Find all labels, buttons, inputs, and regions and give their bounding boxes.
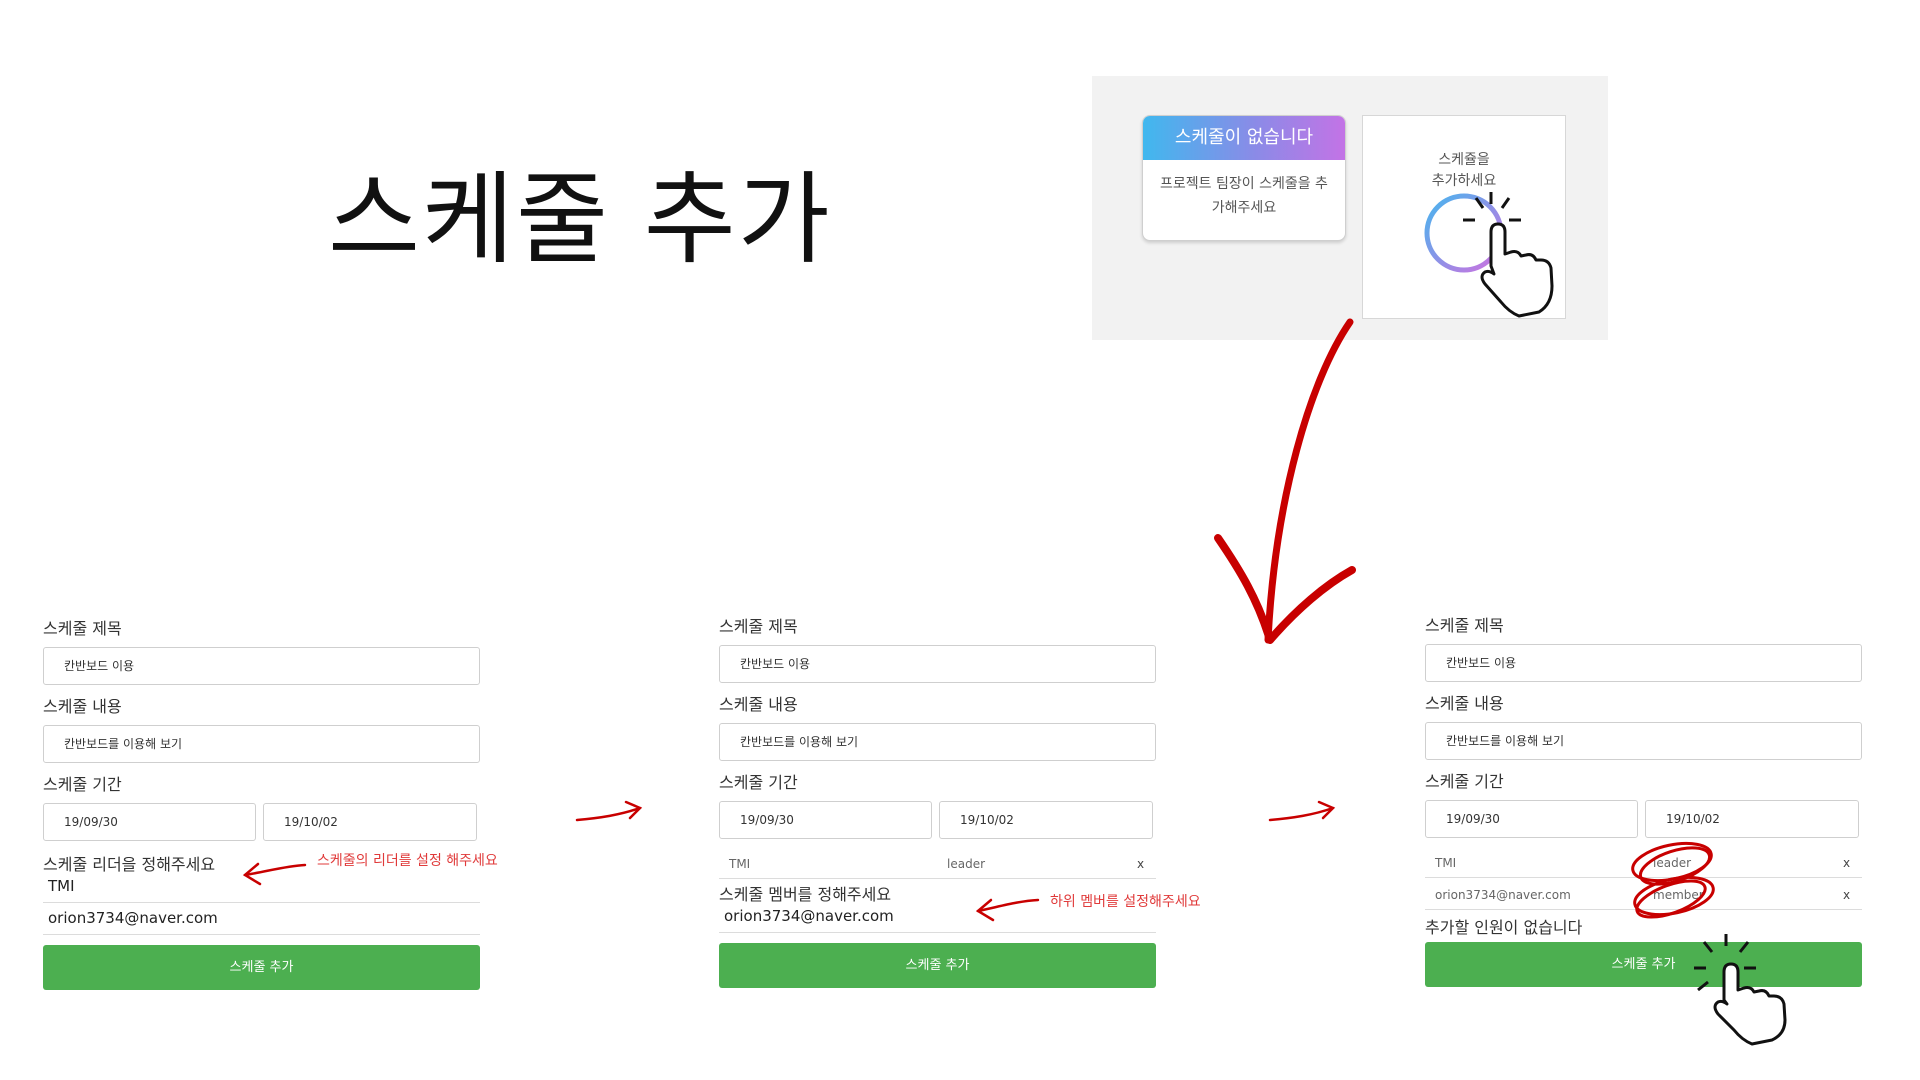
add-schedule-button[interactable]: 스케줄 추가 — [43, 945, 480, 990]
remove-member-button[interactable]: x — [1843, 856, 1850, 870]
title-input[interactable]: 칸반보드 이용 — [1425, 644, 1862, 682]
step-arrow-icon — [575, 800, 643, 822]
leader-label: 스케줄 리더을 정해주세요 — [43, 855, 216, 874]
title-input[interactable]: 칸반보드 이용 — [719, 645, 1156, 683]
title-input[interactable]: 칸반보드 이용 — [43, 647, 480, 685]
empty-card-body: 프로젝트 팀장이 스케줄을 추가해주세요 — [1160, 176, 1328, 216]
member-row-role: member — [1653, 888, 1704, 902]
member-label: 스케줄 멤버를 정해주세요 — [719, 885, 892, 904]
period-label: 스케줄 기간 — [1425, 772, 1504, 791]
divider — [1425, 877, 1862, 878]
member-row-role: leader — [947, 857, 986, 871]
schedule-form-1: 스케줄 제목 칸반보드 이용 스케줄 내용 칸반보드를 이용해 보기 스케줄 기… — [43, 615, 480, 995]
empty-card-title: 스케줄이 없습니다 — [1143, 116, 1345, 160]
content-input[interactable]: 칸반보드를 이용해 보기 — [43, 725, 480, 763]
step-arrow-icon — [1268, 800, 1336, 822]
annotation-leader: 스케줄의 리더를 설정 해주세요 — [317, 853, 498, 869]
empty-schedule-card: 스케줄이 없습니다 프로젝트 팀장이 스케줄을 추가해주세요 — [1142, 115, 1346, 241]
option-tmi[interactable]: TMI — [48, 877, 75, 895]
remove-member-button[interactable]: x — [1137, 857, 1144, 871]
remove-member-button[interactable]: x — [1843, 888, 1850, 902]
end-date-input[interactable]: 19/10/02 — [1645, 800, 1859, 838]
option-email[interactable]: orion3734@naver.com — [724, 907, 894, 925]
end-date-input[interactable]: 19/10/02 — [263, 803, 477, 841]
member-row-name: TMI — [1435, 856, 1457, 870]
add-schedule-button[interactable]: 스케줄 추가 — [1425, 942, 1862, 987]
start-date-input[interactable]: 19/09/30 — [43, 803, 256, 841]
member-row-role: leader — [1653, 856, 1692, 870]
title-label: 스케줄 제목 — [719, 617, 798, 636]
content-label: 스케줄 내용 — [43, 697, 122, 716]
content-label: 스케줄 내용 — [719, 695, 798, 714]
option-email[interactable]: orion3734@naver.com — [48, 909, 218, 927]
content-input[interactable]: 칸반보드를 이용해 보기 — [1425, 722, 1862, 760]
preview-panel: 스케줄이 없습니다 프로젝트 팀장이 스케줄을 추가해주세요 스케쥴을 추가하세… — [1092, 76, 1608, 340]
start-date-input[interactable]: 19/09/30 — [1425, 800, 1638, 838]
period-label: 스케줄 기간 — [719, 773, 798, 792]
start-date-input[interactable]: 19/09/30 — [719, 801, 932, 839]
divider — [43, 934, 480, 935]
add-schedule-button[interactable]: 스케줄 추가 — [719, 943, 1156, 988]
title-label: 스케줄 제목 — [1425, 616, 1504, 635]
divider — [719, 932, 1156, 933]
schedule-form-3: 스케줄 제목 칸반보드 이용 스케줄 내용 칸반보드를 이용해 보기 스케줄 기… — [1425, 612, 1862, 992]
end-date-input[interactable]: 19/10/02 — [939, 801, 1153, 839]
content-input[interactable]: 칸반보드를 이용해 보기 — [719, 723, 1156, 761]
annotation-member: 하위 멤버를 설정해주세요 — [1050, 894, 1201, 910]
divider — [43, 902, 480, 903]
no-more-members-text: 추가할 인원이 없습니다 — [1425, 918, 1583, 937]
member-row-name: orion3734@naver.com — [1435, 888, 1571, 902]
content-label: 스케줄 내용 — [1425, 694, 1504, 713]
slide-title: 스케줄 추가 — [328, 161, 832, 278]
add-schedule-card[interactable]: 스케쥴을 추가하세요 — [1362, 115, 1566, 319]
large-red-arrow-icon — [1214, 318, 1356, 644]
member-row-name: TMI — [729, 857, 751, 871]
schedule-form-2: 스케줄 제목 칸반보드 이용 스케줄 내용 칸반보드를 이용해 보기 스케줄 기… — [719, 613, 1156, 993]
title-label: 스케줄 제목 — [43, 619, 122, 638]
pointer-hand-icon — [1463, 192, 1554, 318]
divider — [1425, 909, 1862, 910]
divider — [719, 878, 1156, 879]
period-label: 스케줄 기간 — [43, 775, 122, 794]
